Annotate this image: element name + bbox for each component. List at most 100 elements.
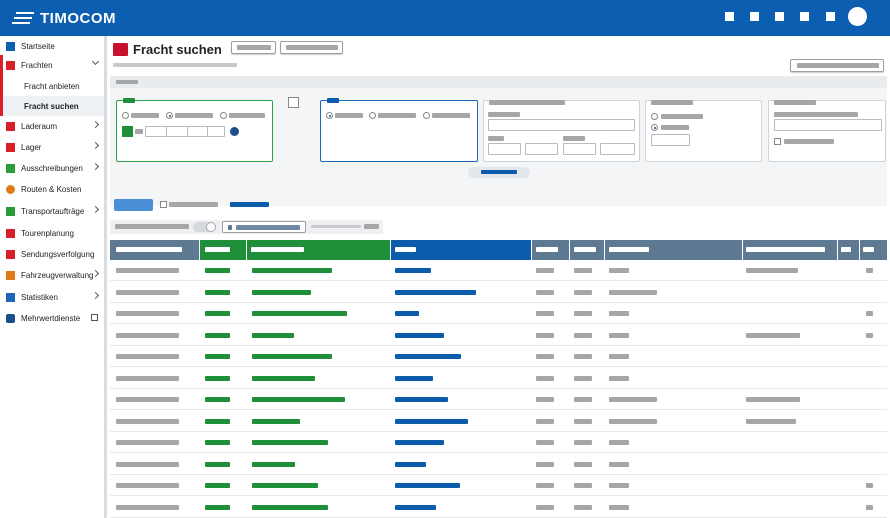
table-row[interactable] (110, 368, 887, 389)
origin-input[interactable] (145, 126, 225, 137)
button-label-placeholder (286, 45, 338, 50)
radio-option[interactable] (651, 113, 658, 120)
column-header[interactable] (205, 247, 230, 252)
menu-square-icon[interactable] (826, 12, 835, 21)
sidebar-item-label: Transportaufträge (21, 207, 85, 216)
fleet-icon (6, 271, 15, 280)
menu-square-icon[interactable] (800, 12, 809, 21)
sidebar-item-laderaum[interactable]: Laderaum (0, 116, 104, 137)
panel-label-placeholder (327, 98, 339, 103)
radio-option[interactable] (122, 112, 129, 119)
flag-label-placeholder (135, 129, 143, 134)
table-row[interactable] (110, 389, 887, 410)
destination-panel (320, 98, 478, 162)
chevron-right-icon (91, 120, 100, 129)
field-label-placeholder (563, 136, 585, 141)
freight-box-icon (113, 42, 128, 56)
chevron-right-icon (91, 162, 100, 171)
radio-option[interactable] (326, 112, 333, 119)
option-checkbox[interactable] (288, 97, 299, 108)
sidebar-item-frachten[interactable]: Frachten (0, 55, 104, 76)
header-button[interactable] (280, 41, 343, 54)
table-row[interactable] (110, 346, 887, 367)
column-header[interactable] (574, 247, 596, 252)
truck-icon (6, 122, 15, 131)
column-header[interactable] (609, 247, 649, 252)
column-header[interactable] (746, 247, 825, 252)
panel-label-placeholder (489, 100, 565, 105)
date-range-input[interactable] (488, 119, 635, 131)
expand-filters-toggle[interactable] (468, 167, 530, 178)
menu-square-icon[interactable] (750, 12, 759, 21)
radio-label-placeholder (661, 125, 689, 130)
sidebar-subitem-label: Fracht anbieten (24, 81, 80, 91)
add-location-icon[interactable] (230, 127, 239, 136)
sidebar-item-lager[interactable]: Lager (0, 137, 104, 158)
table-row[interactable] (110, 303, 887, 324)
table-row[interactable] (110, 454, 887, 475)
column-header[interactable] (251, 247, 304, 252)
table-row[interactable] (110, 260, 887, 281)
column-header[interactable] (395, 247, 416, 252)
column-header[interactable] (536, 247, 558, 252)
table-row[interactable] (110, 432, 887, 453)
chevron-right-icon (91, 141, 100, 150)
sidebar-item-routen-kosten[interactable]: Routen & Kosten (0, 179, 104, 200)
radio-option[interactable] (369, 112, 376, 119)
sidebar-item-tourenplanung[interactable]: Tourenplanung (0, 223, 104, 244)
vehicle-input[interactable] (651, 134, 690, 146)
toolbar-label-placeholder (364, 224, 379, 229)
column-header[interactable] (116, 247, 182, 252)
flag-icon[interactable] (122, 126, 133, 137)
date-from-input[interactable] (488, 143, 521, 155)
sidebar-item-transportauftraege[interactable]: Transportaufträge (0, 201, 104, 222)
column-header[interactable] (841, 247, 851, 252)
table-row[interactable] (110, 475, 887, 496)
menu-square-icon[interactable] (725, 12, 734, 21)
toolbar-label-placeholder (311, 225, 361, 228)
time-from-input[interactable] (525, 143, 558, 155)
avatar[interactable] (848, 7, 867, 26)
sidebar-item-ausschreibungen[interactable]: Ausschreibungen (0, 158, 104, 179)
radio-label-placeholder (131, 113, 159, 118)
filter-chip[interactable] (222, 221, 306, 233)
table-row[interactable] (110, 497, 887, 518)
sidebar-item-label: Mehrwertdienste (21, 314, 81, 323)
reset-link[interactable] (230, 202, 269, 207)
radio-option[interactable] (166, 112, 173, 119)
radio-option[interactable] (651, 124, 658, 131)
column-header[interactable] (863, 247, 874, 252)
panel-label-placeholder (123, 98, 135, 103)
header-button[interactable] (231, 41, 276, 54)
table-row[interactable] (110, 325, 887, 346)
search-button[interactable] (114, 199, 153, 211)
sidebar-item-sendungsverfolgung[interactable]: Sendungsverfolgung (0, 244, 104, 265)
radio-label-placeholder (175, 113, 213, 118)
sidebar-subitem-fracht-anbieten[interactable]: Fracht anbieten (0, 76, 104, 96)
table-row[interactable] (110, 282, 887, 303)
checkbox-label-placeholder (784, 139, 834, 144)
date-to-input[interactable] (563, 143, 596, 155)
time-to-input[interactable] (600, 143, 635, 155)
sidebar-subitem-fracht-suchen[interactable]: Fracht suchen (0, 96, 104, 116)
radio-option[interactable] (423, 112, 430, 119)
toggle-switch[interactable] (193, 222, 216, 232)
toolbar-button[interactable] (790, 59, 884, 72)
sidebar-item-mehrwertdienste[interactable]: Mehrwertdienste (0, 308, 104, 329)
field-label-placeholder (488, 136, 504, 141)
extras-input[interactable] (774, 119, 882, 131)
chart-icon (6, 293, 15, 302)
save-search-checkbox[interactable] (160, 201, 167, 208)
menu-square-icon[interactable] (775, 12, 784, 21)
toolbar-label-placeholder (115, 224, 189, 229)
field-label-placeholder (488, 112, 520, 117)
sidebar-item-startseite[interactable]: Startseite (0, 36, 104, 57)
radio-option[interactable] (220, 112, 227, 119)
timocom-logo[interactable]: TIMOCOM (12, 8, 116, 28)
table-row[interactable] (110, 411, 887, 432)
sidebar-item-statistiken[interactable]: Statistiken (0, 287, 104, 308)
order-icon (6, 207, 15, 216)
extras-checkbox[interactable] (774, 138, 781, 145)
sidebar-item-fahrzeugverwaltung[interactable]: Fahrzeugverwaltung (0, 265, 104, 286)
toggle-label-placeholder (481, 170, 517, 174)
